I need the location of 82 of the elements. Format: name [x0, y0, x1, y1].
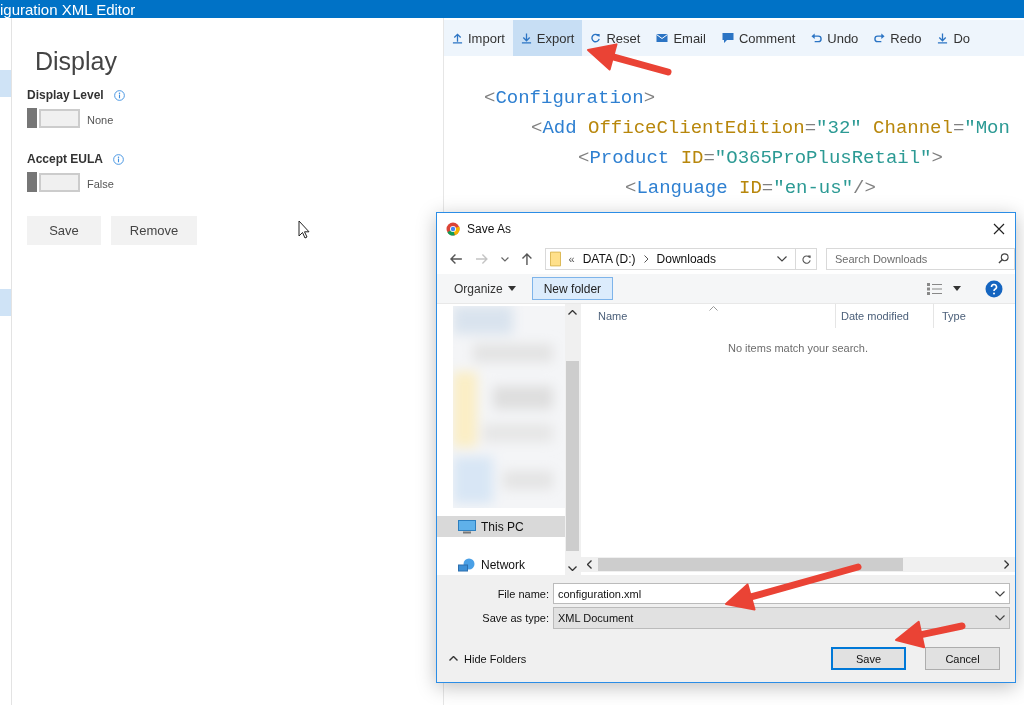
up-icon[interactable] [520, 252, 533, 266]
refresh-button[interactable] [796, 248, 817, 270]
section-heading: Display [35, 46, 118, 76]
column-header[interactable]: Name [581, 304, 836, 328]
search-field[interactable]: Search Downloads [826, 248, 1015, 270]
dropdown-caret-icon [995, 615, 1005, 621]
column-header[interactable]: Type [934, 304, 966, 328]
chevron-icon [643, 255, 649, 263]
field-label: File name: [496, 587, 549, 600]
caret-icon[interactable] [500, 256, 509, 262]
search-icon [998, 253, 1009, 264]
redo-icon [874, 32, 886, 44]
file-name-field[interactable]: configuration.xml [553, 583, 1010, 604]
path-segment[interactable]: Downloads [656, 252, 716, 266]
nav-item[interactable]: This PC [437, 516, 565, 538]
address-bar[interactable]: « DATA (D:) Downloads [544, 248, 797, 270]
mouse-cursor-icon [298, 220, 310, 239]
undo-icon [811, 32, 823, 44]
toolbar-button[interactable]: Reset [582, 20, 649, 56]
code-line: <Add OfficeClientEdition="32" Channel="Mon [531, 117, 1010, 139]
back-icon[interactable] [449, 253, 463, 265]
code-line: <Configuration> [484, 87, 656, 109]
path-overflow[interactable]: « [568, 253, 575, 265]
scroll-down-icon[interactable] [568, 566, 577, 571]
toolbar-button[interactable]: Email [648, 20, 714, 56]
help-icon[interactable] [985, 279, 1003, 298]
empty-message: No items match your search. [728, 342, 868, 354]
column-header[interactable]: Date modified [836, 304, 934, 328]
dropdown-caret-icon [995, 590, 1005, 597]
folder-icon [549, 251, 561, 267]
scrollbar-thumb[interactable] [566, 360, 579, 551]
field-label: Save as type: [481, 612, 549, 624]
app-title: iguration XML Editor [0, 1, 136, 18]
mail-icon [656, 33, 669, 43]
download-icon [937, 32, 949, 44]
new-folder-button[interactable]: New folder [531, 277, 614, 300]
dialog-button[interactable]: Cancel [925, 647, 1000, 670]
scroll-right-icon[interactable] [1004, 560, 1009, 569]
setting-label: Display Level [27, 88, 104, 102]
toggle-switch[interactable] [27, 172, 80, 192]
toggle-value: False [87, 178, 114, 190]
browser-logo-icon [446, 221, 460, 236]
comment-icon [721, 32, 734, 44]
upload-icon [452, 32, 463, 44]
toolbar-button[interactable]: Undo [803, 20, 867, 56]
scrollbar-thumb[interactable] [598, 558, 903, 571]
dialog-button[interactable]: Save [831, 647, 906, 670]
caret-icon[interactable] [777, 256, 788, 262]
sort-caret-icon [709, 306, 718, 311]
nav-item[interactable]: Network [437, 554, 565, 575]
caret-icon[interactable] [953, 286, 961, 291]
info-icon[interactable] [113, 153, 124, 165]
download-icon [520, 32, 532, 44]
panel-button[interactable]: Save [27, 216, 101, 245]
computer-icon [458, 519, 476, 534]
info-icon[interactable] [113, 89, 125, 101]
view-options-icon[interactable] [927, 282, 943, 295]
close-icon[interactable] [993, 222, 1005, 235]
setting-label: Accept EULA [27, 152, 103, 166]
toggle-value: None [87, 114, 114, 126]
dialog-title: Save As [467, 221, 512, 236]
caret-icon [507, 286, 516, 291]
code-line: <Language ID="en-us"/> [625, 177, 876, 199]
toolbar-button[interactable]: Redo [866, 20, 930, 56]
toolbar-button[interactable]: Do [929, 20, 979, 56]
file-type-select[interactable]: XML Document [553, 607, 1010, 629]
code-line: <Product ID="O365ProPlusRetail"> [578, 147, 943, 169]
toggle-switch[interactable] [27, 108, 80, 128]
toolbar-button[interactable]: Comment [713, 20, 804, 56]
refresh-icon [590, 32, 602, 44]
toolbar-button[interactable]: Import [444, 20, 513, 56]
path-segment[interactable]: DATA (D:) [582, 252, 636, 266]
toolbar-button[interactable]: Export [512, 20, 583, 56]
scroll-left-icon[interactable] [587, 560, 592, 569]
panel-button[interactable]: Remove [111, 216, 197, 245]
network-icon [458, 557, 476, 572]
refresh-icon [800, 253, 812, 265]
annotation-arrow [895, 620, 966, 649]
hide-folders-button[interactable]: Hide Folders [437, 651, 533, 666]
scroll-up-icon[interactable] [568, 310, 577, 315]
caret-icon [449, 656, 458, 661]
organize-button[interactable]: Organize [448, 281, 522, 296]
